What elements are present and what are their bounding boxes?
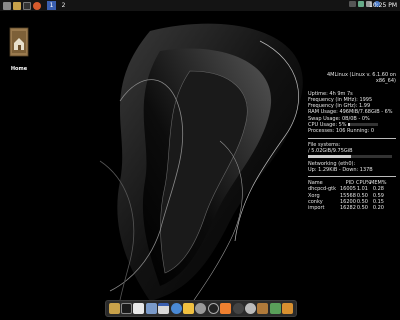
conky-title: 4MLinux (Linux v. 6.1.60 on x86_64) [326,72,396,85]
file-manager-icon[interactable] [108,303,120,314]
filesystem-text: / 5.02GiB/9.75GiB [308,147,353,154]
workspace-2-button[interactable]: 2 [59,1,68,10]
processes-text: Processes: 106 Running: 0 [308,128,374,135]
swap-usage-text: Swap Usage: 0B/0B - 0% [308,115,370,122]
terminal-launcher-icon[interactable] [23,1,31,10]
media-player-icon[interactable] [207,303,219,314]
ram-usage-text: RAM Usage: 496MiB/7.68GiB - 6% [308,109,393,116]
home-icon-label: Home [10,66,28,72]
panel-launchers [0,1,41,10]
process-row: import 16282 0.50 0.20 [308,205,400,211]
audio-icon[interactable] [269,303,281,314]
network-icon[interactable] [358,1,364,7]
home-desktop-icon[interactable]: Home [8,24,30,72]
conky-system-monitor: 4MLinux (Linux v. 6.1.60 on x86_64) Upti… [308,72,400,212]
terminal-icon[interactable] [121,303,133,314]
video-icon[interactable] [232,303,244,314]
cpu-usage-fill [348,123,350,127]
filesystem-bar-row [308,154,400,160]
proc-pid: 16282 [340,205,356,212]
settings-icon[interactable] [195,303,207,314]
app-menu-icon[interactable] [3,1,11,10]
workspace-switcher: 1 2 [47,1,68,10]
dock [105,300,297,317]
filesystem-bar [308,155,392,159]
file-manager-launcher-icon[interactable] [13,1,21,10]
web-browser-icon[interactable] [170,303,182,314]
proc-cpu: 0.50 [356,205,368,212]
cpu-usage-bar [348,123,379,127]
browser-launcher-icon[interactable] [33,1,41,10]
clock[interactable]: 10:25 PM [369,2,397,9]
trash-icon[interactable] [282,303,294,314]
proc-name: import [308,205,325,212]
image-viewer-icon[interactable] [145,303,157,314]
calendar-icon[interactable] [158,303,170,314]
divider [308,176,396,178]
cpu-usage-text: CPU Usage: 5% [308,122,347,129]
keyboard-icon[interactable] [349,1,356,7]
disc-icon[interactable] [244,303,256,314]
music-icon[interactable] [220,303,232,314]
tools-icon[interactable] [257,303,269,314]
divider [308,137,396,139]
mail-icon[interactable] [183,303,195,314]
filesystem-fill [308,155,351,159]
home-folder-icon [9,27,29,57]
proc-mem: 0.20 [372,205,384,212]
text-editor-icon[interactable] [133,303,145,314]
workspace-1-button[interactable]: 1 [47,1,56,10]
networking-text: Up: 1.29KiB - Down: 137B [308,166,373,173]
